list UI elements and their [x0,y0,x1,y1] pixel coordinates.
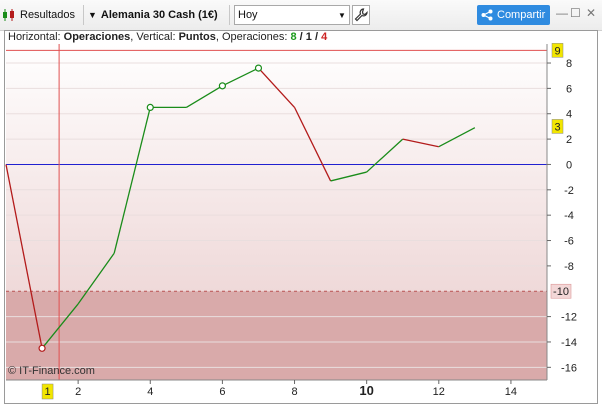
y-tick-label: -6 [564,236,574,248]
legend-wins: 8 [290,31,297,43]
chart-legend: Horizontal: Operaciones, Vertical: Punto… [8,31,327,43]
legend-horizontal-value: Operaciones [63,31,131,43]
x-tick-label: 4 [147,386,153,398]
y-tick-label: 6 [566,83,572,95]
y-tick-label: -2 [564,185,574,197]
y-tick-label: -12 [561,312,577,324]
legend-sep: / [299,31,303,43]
x-tick-label: 2 [75,386,81,398]
data-point-marker [218,82,226,90]
legend-vertical-value: Puntos [178,31,216,43]
drawdown-badge-label: -10 [553,286,569,298]
y-tick-label: -14 [561,337,577,349]
legend-sep: / [314,31,319,43]
y-badge-label: 9 [554,45,560,57]
legend-horizontal-label: Horizontal: [8,31,61,43]
plot-background [6,44,547,292]
legend-ops-label: , Operaciones: [215,31,288,43]
data-point-marker [146,103,154,111]
legend-neutral: 1 [305,31,312,43]
x-tick-label: 10 [359,383,373,398]
y-tick-label: 8 [566,58,572,70]
y-badge-label: 3 [554,121,560,133]
y-tick-label: -8 [564,261,574,273]
x-tick-label: 12 [433,386,445,398]
data-point-marker [38,344,46,352]
y-tick-label: 0 [566,159,572,171]
y-tick-label: 2 [566,134,572,146]
watermark: © IT-Finance.com [8,365,95,377]
legend-losses: 4 [321,31,328,43]
data-point-marker [254,64,263,72]
y-tick-label: -4 [564,210,574,222]
equity-chart: 8 6 4 2 0 -2 -4 -6 -8 -12 -14 -16 9 3 -10 2 4 6 8 10 12 14 1 [5,43,577,400]
y-tick-label: 4 [566,109,572,121]
x-badge-label: 1 [45,386,51,398]
x-tick-label: 8 [291,386,297,398]
legend-vertical-label: , Vertical: [130,31,176,43]
x-tick-label: 6 [219,386,225,398]
x-tick-label: 14 [505,386,517,398]
y-tick-label: -16 [561,362,577,374]
